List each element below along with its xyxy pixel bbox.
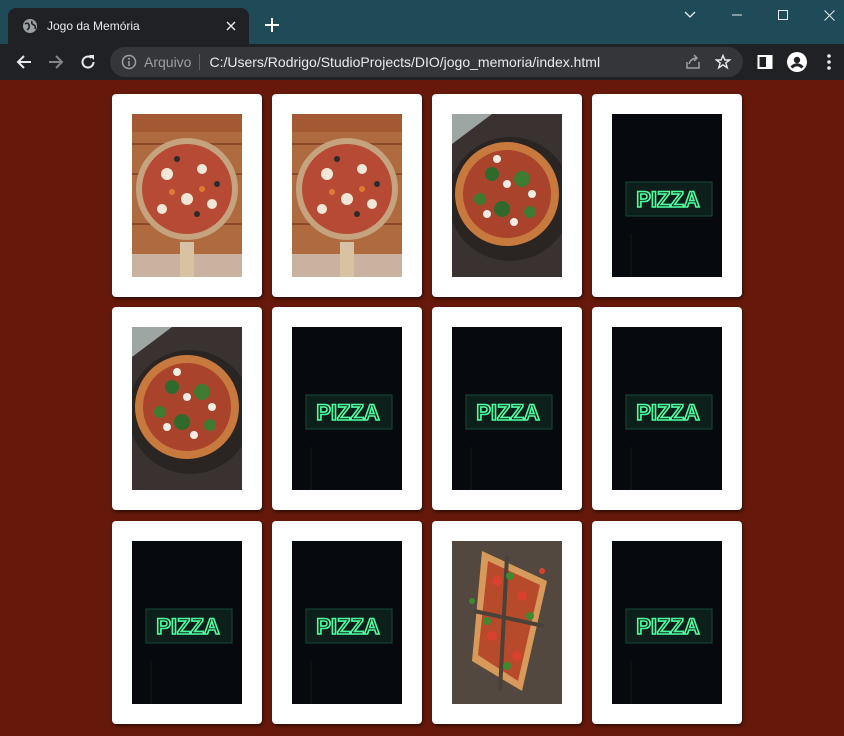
card-9-neon-pizza-sign: PIZZA (132, 541, 242, 704)
card-5-pizza-with-greens (132, 327, 242, 490)
info-icon[interactable] (121, 54, 137, 70)
minimize-icon[interactable] (714, 0, 760, 30)
card-7-neon-pizza-sign: PIZZA (452, 327, 562, 490)
card-12-neon-text: PIZZA (636, 614, 700, 639)
forward-icon[interactable] (44, 50, 68, 74)
card-12-neon-pizza-sign: PIZZA (612, 541, 722, 704)
card-1-pizza-on-wooden-table (132, 114, 242, 277)
card-10-neon-text: PIZZA (316, 614, 380, 639)
card-3[interactable] (432, 94, 582, 297)
game-board: PIZZA PIZZA PIZZA PIZZA PIZZA PIZZA PIZZ… (0, 80, 844, 736)
reload-icon[interactable] (76, 50, 100, 74)
card-8-neon-text: PIZZA (636, 400, 700, 425)
toolbar: Arquivo C:/Users/Rodrigo/StudioProjects/… (0, 44, 844, 80)
card-8[interactable]: PIZZA (592, 307, 742, 510)
card-10[interactable]: PIZZA (272, 521, 422, 724)
card-4-neon-pizza-sign: PIZZA (612, 114, 722, 277)
tab-close-icon[interactable] (223, 18, 239, 34)
new-tab-icon[interactable] (262, 15, 282, 35)
card-6-neon-text: PIZZA (316, 400, 380, 425)
card-6-neon-pizza-sign: PIZZA (292, 327, 402, 490)
card-4-neon-text: PIZZA (636, 187, 700, 212)
globe-icon (22, 18, 38, 34)
star-icon[interactable] (713, 52, 733, 72)
menu-icon[interactable] (817, 50, 841, 74)
address-separator (199, 54, 201, 70)
back-icon[interactable] (12, 50, 36, 74)
tab-title: Jogo da Memória (47, 19, 140, 33)
title-bar: Jogo da Memória (0, 0, 844, 44)
card-12[interactable]: PIZZA (592, 521, 742, 724)
card-11-sliced-pizza-top-view (452, 541, 562, 704)
profile-icon[interactable] (785, 50, 809, 74)
card-1[interactable] (112, 94, 262, 297)
card-2-pizza-on-wooden-table (292, 114, 402, 277)
card-11[interactable] (432, 521, 582, 724)
address-prefix: Arquivo (144, 54, 192, 70)
browser-window: Jogo da Memória Arquivo C:/Users/Rodrigo… (0, 0, 844, 80)
card-3-pizza-with-greens (452, 114, 562, 277)
browser-tab[interactable]: Jogo da Memória (8, 8, 249, 44)
chevron-down-icon[interactable] (667, 0, 713, 30)
url-text[interactable]: C:/Users/Rodrigo/StudioProjects/DIO/jogo… (209, 54, 683, 70)
card-6[interactable]: PIZZA (272, 307, 422, 510)
card-5[interactable] (112, 307, 262, 510)
card-2[interactable] (272, 94, 422, 297)
card-9[interactable]: PIZZA (112, 521, 262, 724)
share-icon[interactable] (683, 52, 703, 72)
window-close-icon[interactable] (806, 0, 844, 30)
card-4[interactable]: PIZZA (592, 94, 742, 297)
card-9-neon-text: PIZZA (156, 614, 220, 639)
address-bar[interactable]: Arquivo C:/Users/Rodrigo/StudioProjects/… (110, 47, 743, 77)
card-10-neon-pizza-sign: PIZZA (292, 541, 402, 704)
side-panel-icon[interactable] (753, 50, 777, 74)
maximize-icon[interactable] (760, 0, 806, 30)
card-7-neon-text: PIZZA (476, 400, 540, 425)
card-8-neon-pizza-sign: PIZZA (612, 327, 722, 490)
card-7[interactable]: PIZZA (432, 307, 582, 510)
